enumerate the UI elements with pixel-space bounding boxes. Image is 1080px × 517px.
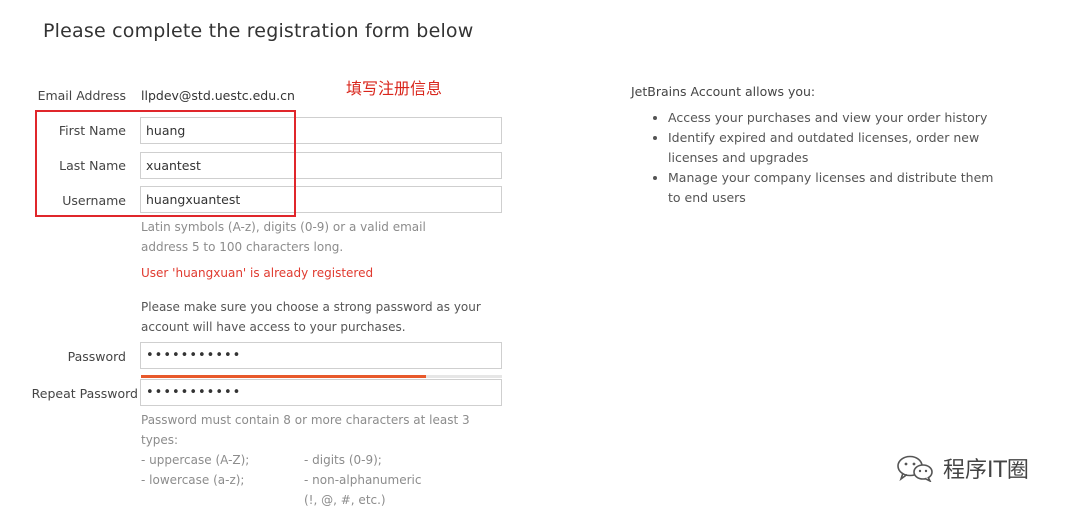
requirement-nonalpha: - non-alphanumeric bbox=[304, 473, 422, 487]
requirements-line1: Password must contain 8 or more characte… bbox=[141, 413, 470, 427]
password-strength-bar bbox=[141, 375, 426, 378]
email-label: Email Address bbox=[37, 88, 126, 103]
wechat-icon bbox=[897, 455, 933, 482]
account-info-title: JetBrains Account allows you: bbox=[631, 84, 816, 99]
requirements-line2: types: bbox=[141, 433, 179, 447]
watermark: 程序IT圈 bbox=[895, 452, 1029, 484]
requirement-lowercase: - lowercase (a-z); bbox=[141, 473, 245, 487]
password-label: Password bbox=[67, 349, 126, 364]
password-input[interactable] bbox=[140, 342, 502, 369]
username-hint-line1: Latin symbols (A-z), digits (0-9) or a v… bbox=[141, 220, 426, 234]
email-value: llpdev@std.uestc.edu.cn bbox=[141, 88, 295, 103]
password-note-line1: Please make sure you choose a strong pas… bbox=[141, 300, 481, 314]
watermark-text: 程序IT圈 bbox=[943, 458, 1029, 483]
username-hint-line2: address 5 to 100 characters long. bbox=[141, 240, 344, 254]
requirement-nonalpha-examples: (!, @, #, etc.) bbox=[304, 493, 386, 507]
username-error: User 'huangxuan' is already registered bbox=[141, 266, 374, 280]
password-requirements: Password must contain 8 or more characte… bbox=[141, 410, 521, 510]
benefit-item: Manage your company licenses and distrib… bbox=[668, 168, 1008, 208]
repeat-password-label: Repeat Password bbox=[31, 386, 138, 401]
requirement-digits: - digits (0-9); bbox=[304, 453, 382, 467]
highlight-box bbox=[35, 110, 296, 217]
username-hint: Latin symbols (A-z), digits (0-9) or a v… bbox=[141, 217, 426, 257]
page-title: Please complete the registration form be… bbox=[43, 20, 474, 42]
account-benefits-list: Access your purchases and view your orde… bbox=[648, 108, 1008, 208]
requirement-uppercase: - uppercase (A-Z); bbox=[141, 453, 250, 467]
benefit-item: Access your purchases and view your orde… bbox=[668, 108, 1008, 128]
password-note-line2: account will have access to your purchas… bbox=[141, 320, 406, 334]
repeat-password-input[interactable] bbox=[140, 379, 502, 406]
password-note: Please make sure you choose a strong pas… bbox=[141, 297, 511, 337]
benefit-item: Identify expired and outdated licenses, … bbox=[668, 128, 1008, 168]
annotation-text: 填写注册信息 bbox=[346, 79, 443, 98]
